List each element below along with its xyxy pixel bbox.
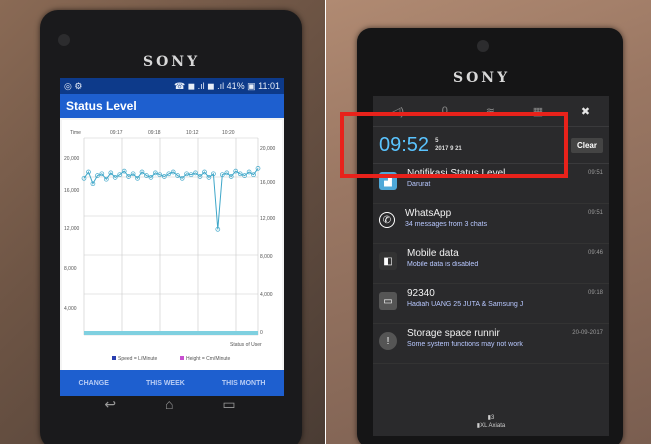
brand-logo: SONY <box>453 70 511 86</box>
carrier-info: ▮3 ▮XL Axiata <box>373 414 609 430</box>
legend-label-speed: Speed = L/Minute <box>118 356 158 362</box>
y-tick-left: 4,000 <box>64 306 77 312</box>
tab-this-month[interactable]: THIS MONTH <box>222 380 266 387</box>
status-icons-left: ◎ ⚙ <box>64 81 83 91</box>
notification-subtitle: Mobile data is disabled <box>407 261 479 268</box>
legend-swatch-speed <box>112 356 116 360</box>
brand-logo: SONY <box>143 54 201 70</box>
y-tick-right: 4,000 <box>260 292 273 298</box>
notification-item[interactable]: ✆ WhatsApp 34 messages from 3 chats 09:5… <box>373 204 609 244</box>
height-series-band <box>84 331 258 335</box>
notification-subtitle: Some system functions may not work <box>407 341 523 348</box>
notification-time: 09:51 <box>587 210 603 216</box>
notification-subtitle: Darurat <box>407 181 431 188</box>
y-tick-right: 8,000 <box>260 254 273 260</box>
right-photo: SONY ◁) 0 ≋ ▦ ✖ 09:52 5 2017 9 21 Clear … <box>326 0 651 444</box>
app-title: Status Level <box>60 94 284 118</box>
settings-tools-icon[interactable]: ✖ <box>581 105 590 118</box>
y-tick-left: 16,000 <box>64 188 80 194</box>
speed-series <box>81 166 261 232</box>
recents-icon[interactable]: ▭ <box>222 396 235 416</box>
chart-svg: Time 09:17 09:18 10:12 10:20 20,000 16,0… <box>64 130 276 362</box>
left-phone: SONY ◎ ⚙ ☎ ◼ .ıl ◼ .ıl 41% ▣ 11:01 Statu… <box>40 10 302 444</box>
notification-title: Mobile data <box>407 248 459 259</box>
y-tick-left: 8,000 <box>64 266 77 272</box>
y-tick-right: 20,000 <box>260 146 276 152</box>
tab-change[interactable]: CHANGE <box>79 380 109 387</box>
carrier-line: ▮3 <box>487 415 495 421</box>
chart-top-label: 09:18 <box>148 130 161 136</box>
notification-title: Storage space runnir <box>407 328 500 339</box>
whatsapp-icon: ✆ <box>379 212 395 228</box>
notification-title: 92340 <box>407 288 435 299</box>
right-phone: SONY ◁) 0 ≋ ▦ ✖ 09:52 5 2017 9 21 Clear … <box>357 28 623 444</box>
sms-icon: ▭ <box>379 292 397 310</box>
y-tick-left: 20,000 <box>64 156 80 162</box>
status-icons-right: ☎ ◼ .ıl ◼ .ıl 41% ▣ 11:01 <box>173 81 280 91</box>
mobile-data-icon: ◧ <box>379 252 397 270</box>
status-bar: ◎ ⚙ ☎ ◼ .ıl ◼ .ıl 41% ▣ 11:01 <box>60 78 284 94</box>
notification-item[interactable]: ▭ 92340 Hadiah UANG 25 JUTA & Samsung J … <box>373 284 609 324</box>
y-tick-right: 12,000 <box>260 216 276 222</box>
front-camera-icon <box>58 34 70 46</box>
notification-title: WhatsApp <box>405 208 452 219</box>
home-icon[interactable]: ⌂ <box>165 396 173 416</box>
y-tick-right: 16,000 <box>260 180 276 186</box>
notification-time: 20-09-2017 <box>572 330 603 336</box>
clear-button[interactable]: Clear <box>570 137 603 153</box>
carrier-line: ▮XL Axiata <box>476 423 506 429</box>
tab-this-week[interactable]: THIS WEEK <box>146 380 185 387</box>
left-photo: SONY ◎ ⚙ ☎ ◼ .ıl ◼ .ıl 41% ▣ 11:01 Statu… <box>0 0 325 444</box>
notification-item[interactable]: ◧ Mobile data Mobile data is disabled 09… <box>373 244 609 284</box>
legend-label-height: Height = Cm/Minute <box>186 356 231 362</box>
notification-time: 09:18 <box>587 290 603 296</box>
front-camera-icon <box>477 40 489 52</box>
notification-time: 09:46 <box>587 250 603 256</box>
notification-text: 92340 Hadiah UANG 25 JUTA & Samsung J <box>407 288 557 308</box>
storage-warning-icon: ! <box>379 332 397 350</box>
chart-top-label: 10:20 <box>222 130 235 136</box>
left-screen: ◎ ⚙ ☎ ◼ .ıl ◼ .ıl 41% ▣ 11:01 Status Lev… <box>60 78 284 396</box>
notification-subtitle: Hadiah UANG 25 JUTA & Samsung J <box>407 301 524 308</box>
bottom-tabs: CHANGE THIS WEEK THIS MONTH <box>60 370 284 396</box>
notification-text: Mobile data Mobile data is disabled <box>407 248 557 268</box>
chart-top-label: Time <box>70 130 81 136</box>
series-line <box>83 168 259 230</box>
notification-item[interactable]: ! Storage space runnir Some system funct… <box>373 324 609 364</box>
line-chart: Time 09:17 09:18 10:12 10:20 20,000 16,0… <box>62 120 282 370</box>
legend-swatch-height <box>180 356 184 360</box>
back-icon[interactable]: ↩ <box>104 396 116 416</box>
y-tick-left: 12,000 <box>64 226 80 232</box>
y-tick-right: 0 <box>260 330 263 336</box>
navigation-bar: ↩ ⌂ ▭ <box>80 396 260 416</box>
notification-text: WhatsApp 34 messages from 3 chats <box>405 208 555 228</box>
highlight-box <box>340 112 568 178</box>
chart-grid <box>83 137 259 336</box>
notification-subtitle: 34 messages from 3 chats <box>405 221 488 228</box>
notification-time: 09:51 <box>587 170 603 176</box>
x-axis-note: Status of User <box>230 342 262 348</box>
chart-top-label: 10:12 <box>186 130 199 136</box>
notification-text: Storage space runnir Some system functio… <box>407 328 557 348</box>
chart-top-label: 09:17 <box>110 130 123 136</box>
